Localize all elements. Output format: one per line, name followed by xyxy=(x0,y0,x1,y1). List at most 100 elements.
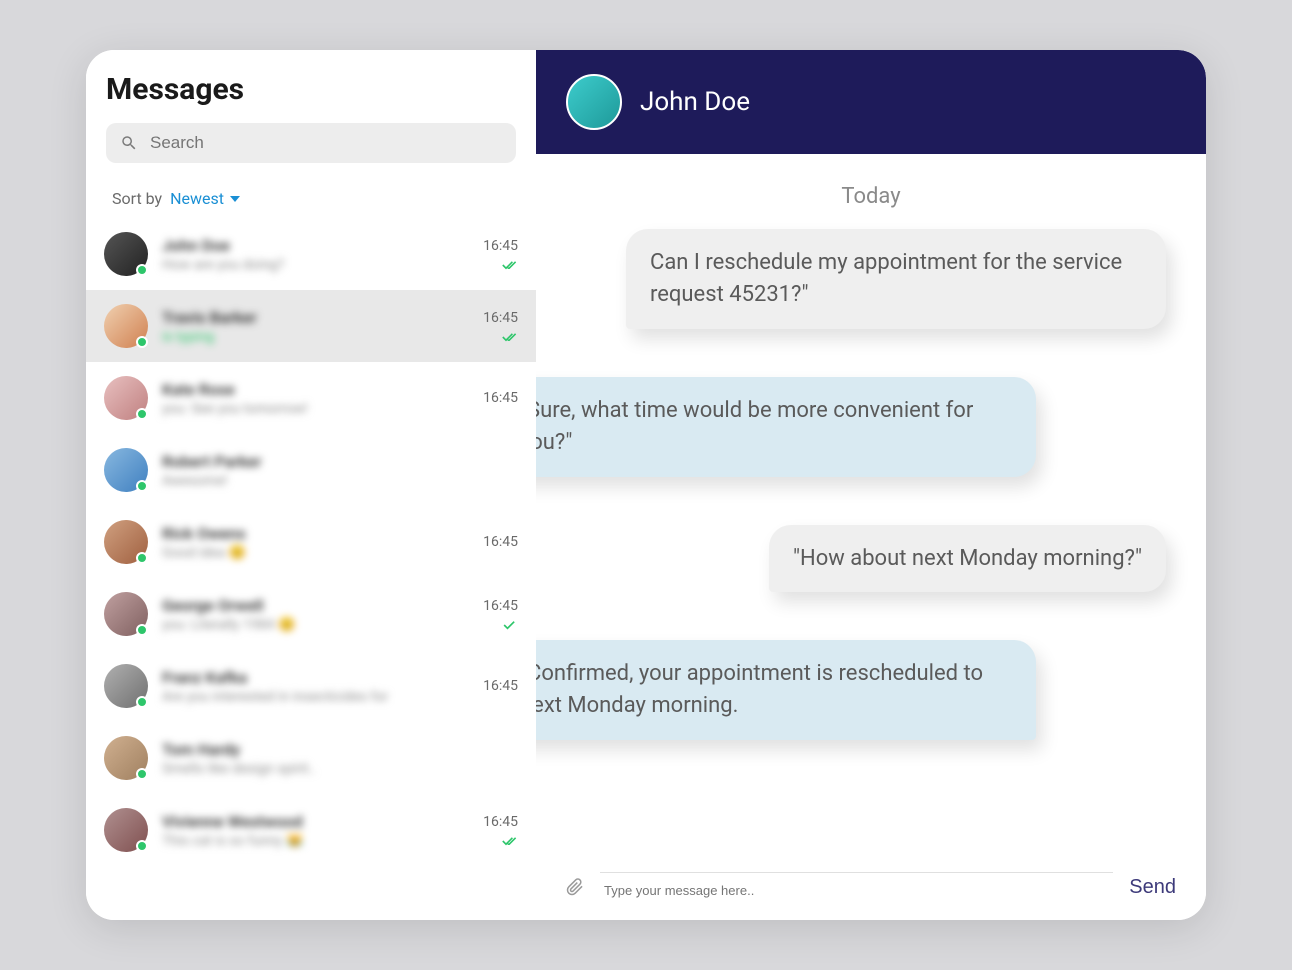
online-status-dot xyxy=(136,840,148,852)
sidebar-header: Messages xyxy=(86,50,536,175)
conversation-preview: Good idea 😊 xyxy=(162,545,469,561)
conversation-time: 16:45 xyxy=(483,534,518,550)
conversation-text: Rick Owens Good idea 😊 xyxy=(162,524,469,561)
conversation-time: 16:45 xyxy=(483,390,518,406)
conversation-meta: 16:45 xyxy=(483,390,518,406)
message-outgoing: "Sure, what time would be more convenien… xyxy=(536,377,1036,477)
conversation-name: Vivienne Westwood xyxy=(162,812,469,831)
conversation-meta: 16:45 xyxy=(483,598,518,630)
conversation-item[interactable]: Vivienne Westwood This cat is so funny 😹 1… xyxy=(86,794,536,866)
conversation-text: George Orwell you: Literally 1984 😊 xyxy=(162,596,469,633)
double-check-icon xyxy=(502,836,518,846)
send-button[interactable]: Send xyxy=(1129,876,1176,899)
conversation-item[interactable]: Tom Hardy Smells like design spirit.. xyxy=(86,722,536,794)
avatar xyxy=(104,808,148,852)
online-status-dot xyxy=(136,408,148,420)
conversation-preview: This cat is so funny 😹 xyxy=(162,833,469,849)
online-status-dot xyxy=(136,696,148,708)
conversation-name: George Orwell xyxy=(162,596,469,615)
page-title: Messages xyxy=(106,72,516,107)
chat-panel: John Doe Today Can I reschedule my appoi… xyxy=(536,50,1206,920)
message-incoming: Can I reschedule my appointment for the … xyxy=(626,229,1166,329)
avatar xyxy=(104,376,148,420)
conversation-name: Travis Barker xyxy=(162,308,469,327)
sort-label: Sort by xyxy=(112,189,162,208)
chat-header: John Doe xyxy=(536,50,1206,154)
online-status-dot xyxy=(136,624,148,636)
conversation-item[interactable]: John Doe How are you doing? 16:45 xyxy=(86,218,536,290)
conversation-name: John Doe xyxy=(162,236,469,255)
conversation-text: John Doe How are you doing? xyxy=(162,236,469,273)
conversation-meta: 16:45 xyxy=(483,534,518,550)
conversation-text: Vivienne Westwood This cat is so funny 😹 xyxy=(162,812,469,849)
avatar xyxy=(566,74,622,130)
avatar xyxy=(104,304,148,348)
check-icon xyxy=(502,620,518,630)
conversation-list: John DoeHow are you doing?16:45Travis Ba… xyxy=(86,218,536,920)
conversation-text: Robert Parker Awesome! xyxy=(162,452,504,489)
avatar xyxy=(104,520,148,564)
conversation-text: Tom Hardy Smells like design spirit.. xyxy=(162,740,504,777)
conversation-meta: 16:45 xyxy=(483,238,518,270)
online-status-dot xyxy=(136,552,148,564)
sort-row: Sort by Newest xyxy=(86,175,536,218)
conversation-meta: 16:45 xyxy=(483,310,518,342)
conversation-time: 16:45 xyxy=(483,598,518,614)
online-status-dot xyxy=(136,336,148,348)
conversation-item[interactable]: Franz Kafka Are you interested in insecti… xyxy=(86,650,536,722)
conversation-item[interactable]: Kate Rose you: See you tomorrow! 16:45 xyxy=(86,362,536,434)
conversation-time: 16:45 xyxy=(483,238,518,254)
search-box[interactable] xyxy=(106,123,516,163)
conversation-text: Franz Kafka Are you interested in insecti… xyxy=(162,668,469,705)
conversation-preview: is typing xyxy=(162,329,469,345)
double-check-icon xyxy=(502,260,518,270)
chevron-down-icon xyxy=(230,194,240,204)
online-status-dot xyxy=(136,480,148,492)
attachment-icon[interactable] xyxy=(566,878,584,896)
online-status-dot xyxy=(136,768,148,780)
conversation-preview: Are you interested in insecticides for xyxy=(162,689,469,705)
message-input[interactable] xyxy=(600,872,1113,902)
avatar xyxy=(104,664,148,708)
conversation-name: Robert Parker xyxy=(162,452,504,471)
conversation-preview: Awesome! xyxy=(162,473,504,489)
search-input[interactable] xyxy=(150,133,502,153)
chat-input-row: Send xyxy=(536,860,1206,920)
conversation-name: Rick Owens xyxy=(162,524,469,543)
sort-value-text: Newest xyxy=(170,189,224,208)
conversation-name: Tom Hardy xyxy=(162,740,504,759)
conversation-time: 16:45 xyxy=(483,678,518,694)
conversation-name: Kate Rose xyxy=(162,380,469,399)
chat-contact-name: John Doe xyxy=(640,87,750,117)
avatar xyxy=(104,232,148,276)
chat-body: Today Can I reschedule my appointment fo… xyxy=(536,154,1206,860)
conversation-item[interactable]: Robert Parker Awesome! xyxy=(86,434,536,506)
conversation-preview: How are you doing? xyxy=(162,257,469,273)
avatar xyxy=(104,592,148,636)
conversation-meta: 16:45 xyxy=(483,814,518,846)
date-divider: Today xyxy=(576,184,1166,209)
message-outgoing: "Confirmed, your appointment is reschedu… xyxy=(536,640,1036,740)
conversation-text: Kate Rose you: See you tomorrow! xyxy=(162,380,469,417)
conversation-time: 16:45 xyxy=(483,814,518,830)
avatar xyxy=(104,736,148,780)
messaging-app: Messages Sort by Newest John Doe How are … xyxy=(86,50,1206,920)
message-incoming: "How about next Monday morning?" xyxy=(769,525,1166,593)
conversation-text: Travis Barker is typing xyxy=(162,308,469,345)
messages-container: Can I reschedule my appointment for the … xyxy=(576,229,1166,788)
conversation-preview: you: Literally 1984 😊 xyxy=(162,617,469,633)
conversation-preview: you: See you tomorrow! xyxy=(162,401,469,417)
double-check-icon xyxy=(502,332,518,342)
sort-dropdown[interactable]: Newest xyxy=(170,189,240,208)
conversation-time: 16:45 xyxy=(483,310,518,326)
conversation-meta: 16:45 xyxy=(483,678,518,694)
search-icon xyxy=(120,134,138,152)
conversation-item[interactable]: Travis Barker is typing 16:45 xyxy=(86,290,536,362)
sidebar: Messages Sort by Newest John Doe How are … xyxy=(86,50,536,920)
online-status-dot xyxy=(136,264,148,276)
conversation-item[interactable]: Rick Owens Good idea 😊 16:45 xyxy=(86,506,536,578)
avatar xyxy=(104,448,148,492)
conversation-preview: Smells like design spirit.. xyxy=(162,761,504,777)
conversation-name: Franz Kafka xyxy=(162,668,469,687)
conversation-item[interactable]: George Orwell you: Literally 1984 😊 16:45 xyxy=(86,578,536,650)
